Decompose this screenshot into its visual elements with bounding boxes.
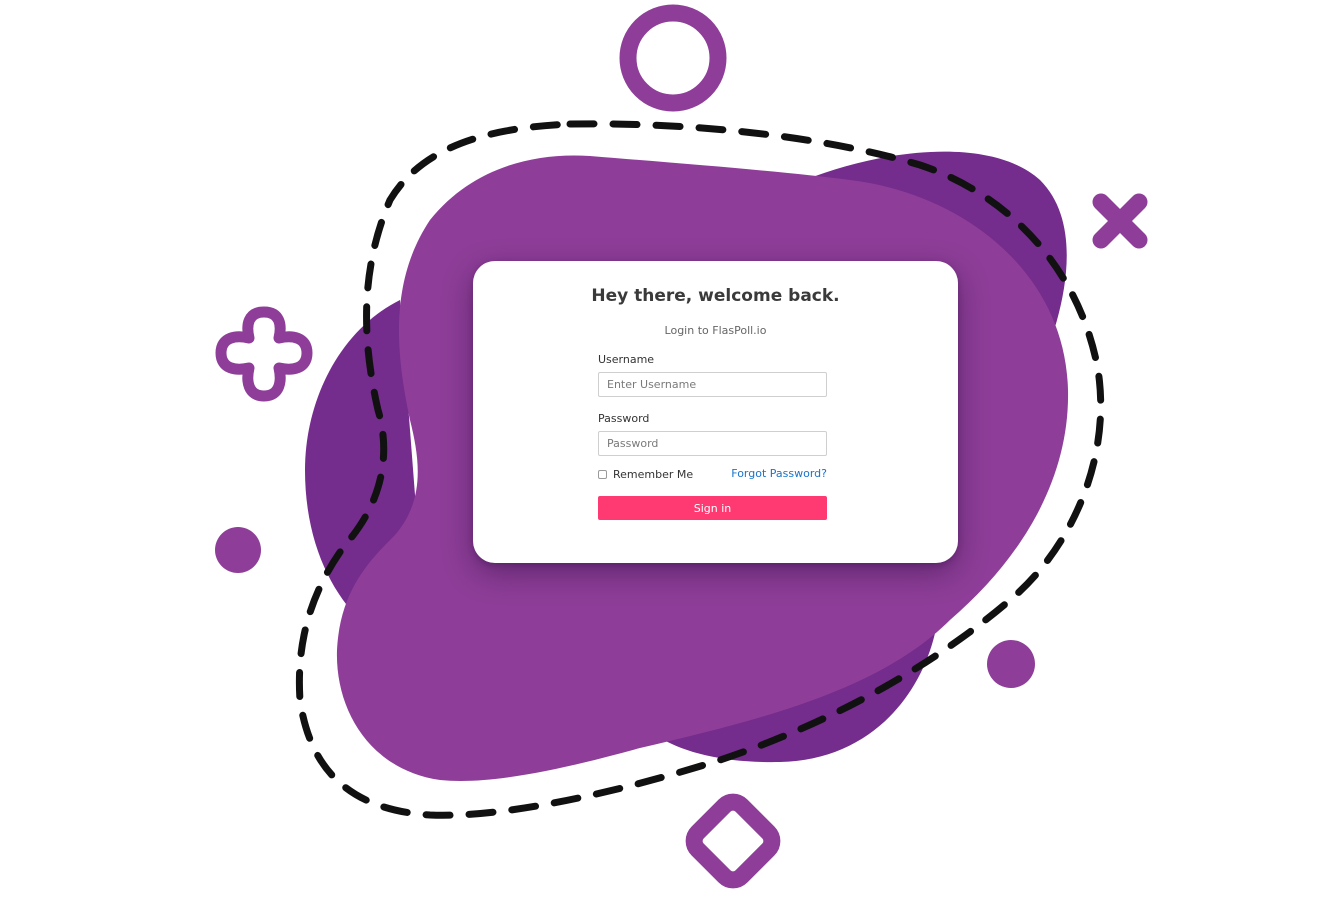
login-page: Hey there, welcome back. Login to FlasPo…: [0, 0, 1330, 908]
remember-me-label[interactable]: Remember Me: [613, 468, 693, 481]
checkbox-box[interactable]: [598, 469, 607, 479]
sign-in-button[interactable]: Sign in: [598, 496, 827, 520]
password-input[interactable]: [598, 431, 827, 456]
diamond-outline-icon: [685, 793, 781, 889]
username-input[interactable]: [598, 372, 827, 397]
plus-outline-icon: [215, 306, 313, 402]
password-label: Password: [598, 412, 650, 425]
remember-me-checkbox[interactable]: Remember Me: [598, 467, 693, 481]
dot-icon: [215, 527, 261, 573]
card-subtitle: Login to FlasPoll.io: [664, 324, 767, 337]
password-group: Password: [598, 412, 827, 456]
login-card: Hey there, welcome back. Login to FlasPo…: [473, 261, 958, 563]
username-label: Username: [598, 353, 655, 366]
ring-icon: [619, 4, 727, 112]
x-cross-icon: [1092, 193, 1148, 249]
dot-icon: [987, 640, 1035, 688]
card-title: Hey there, welcome back.: [591, 286, 840, 306]
forgot-password-link[interactable]: Forgot Password?: [731, 467, 827, 481]
login-form: Username Password Remember Me Forgot Pas…: [598, 353, 827, 520]
options-row: Remember Me Forgot Password?: [598, 467, 827, 481]
